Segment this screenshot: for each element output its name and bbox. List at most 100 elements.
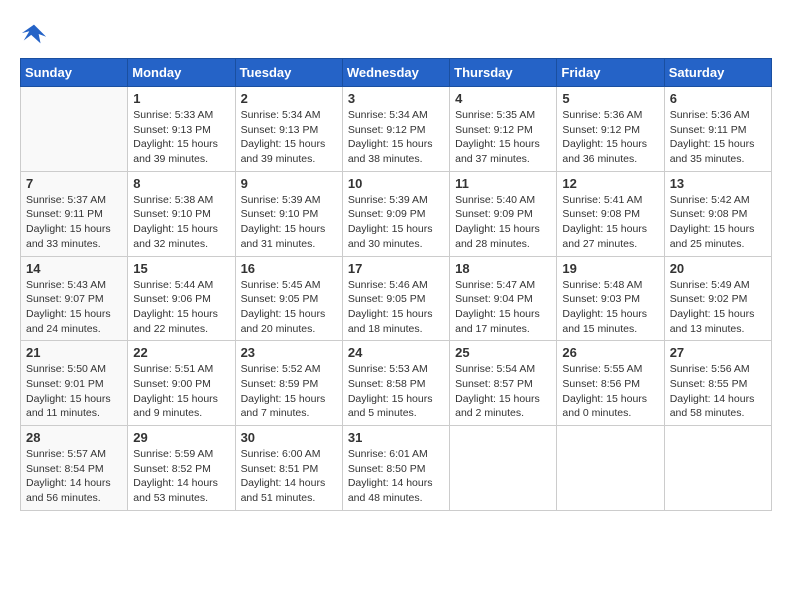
day-number: 19 [562,261,658,276]
day-info: Sunrise: 5:46 AMSunset: 9:05 PMDaylight:… [348,278,444,337]
calendar-cell: 21Sunrise: 5:50 AMSunset: 9:01 PMDayligh… [21,341,128,426]
calendar-cell [21,87,128,172]
day-info: Sunrise: 5:50 AMSunset: 9:01 PMDaylight:… [26,362,122,421]
col-header-thursday: Thursday [450,59,557,87]
day-number: 10 [348,176,444,191]
calendar-cell: 6Sunrise: 5:36 AMSunset: 9:11 PMDaylight… [664,87,771,172]
day-info: Sunrise: 5:36 AMSunset: 9:11 PMDaylight:… [670,108,766,167]
week-row-2: 7Sunrise: 5:37 AMSunset: 9:11 PMDaylight… [21,171,772,256]
day-info: Sunrise: 5:53 AMSunset: 8:58 PMDaylight:… [348,362,444,421]
calendar-cell: 25 Sunrise: 5:54 AMSunset: 8:57 PMDayligh… [450,341,557,426]
calendar-cell: 18Sunrise: 5:47 AMSunset: 9:04 PMDayligh… [450,256,557,341]
calendar-cell: 10 Sunrise: 5:39 AMSunset: 9:09 PMDayligh… [342,171,449,256]
col-header-saturday: Saturday [664,59,771,87]
week-row-1: 1 Sunrise: 5:33 AMSunset: 9:13 PMDaylight… [21,87,772,172]
day-info: Sunrise: 5:42 AMSunset: 9:08 PMDaylight:… [670,193,766,252]
day-number: 26 [562,345,658,360]
day-number: 22 [133,345,229,360]
day-number: 23 [241,345,337,360]
day-info: Sunrise: 5:39 AMSunset: 9:09 PMDaylight:… [348,193,444,252]
day-number: 29 [133,430,229,445]
day-number: 17 [348,261,444,276]
calendar-cell: 13 Sunrise: 5:42 AMSunset: 9:08 PMDayligh… [664,171,771,256]
day-info: Sunrise: 5:35 AMSunset: 9:12 PMDaylight:… [455,108,551,167]
day-info: Sunrise: 5:41 AMSunset: 9:08 PMDaylight:… [562,193,658,252]
day-info: Sunrise: 5:48 AMSunset: 9:03 PMDaylight:… [562,278,658,337]
header-row: SundayMondayTuesdayWednesdayThursdayFrid… [21,59,772,87]
calendar-cell: 27 Sunrise: 5:56 AMSunset: 8:55 PMDayligh… [664,341,771,426]
day-info: Sunrise: 5:52 AMSunset: 8:59 PMDaylight:… [241,362,337,421]
page-header [20,20,772,48]
day-number: 27 [670,345,766,360]
day-number: 24 [348,345,444,360]
week-row-5: 28 Sunrise: 5:57 AMSunset: 8:54 PMDayligh… [21,426,772,511]
calendar-cell: 31Sunrise: 6:01 AMSunset: 8:50 PMDayligh… [342,426,449,511]
day-number: 4 [455,91,551,106]
day-info: Sunrise: 5:49 AMSunset: 9:02 PMDaylight:… [670,278,766,337]
col-header-wednesday: Wednesday [342,59,449,87]
calendar-cell: 30 Sunrise: 6:00 AMSunset: 8:51 PMDayligh… [235,426,342,511]
week-row-3: 14 Sunrise: 5:43 AMSunset: 9:07 PMDayligh… [21,256,772,341]
calendar-cell: 8Sunrise: 5:38 AMSunset: 9:10 PMDaylight… [128,171,235,256]
calendar-cell: 12 Sunrise: 5:41 AMSunset: 9:08 PMDayligh… [557,171,664,256]
calendar-cell: 4 Sunrise: 5:35 AMSunset: 9:12 PMDaylight… [450,87,557,172]
calendar-cell: 24 Sunrise: 5:53 AMSunset: 8:58 PMDayligh… [342,341,449,426]
day-info: Sunrise: 5:57 AMSunset: 8:54 PMDaylight:… [26,447,122,506]
calendar-cell: 17 Sunrise: 5:46 AMSunset: 9:05 PMDayligh… [342,256,449,341]
calendar-cell: 22 Sunrise: 5:51 AMSunset: 9:00 PMDayligh… [128,341,235,426]
day-info: Sunrise: 5:54 AMSunset: 8:57 PMDaylight:… [455,362,551,421]
week-row-4: 21Sunrise: 5:50 AMSunset: 9:01 PMDayligh… [21,341,772,426]
calendar-cell: 3 Sunrise: 5:34 AMSunset: 9:12 PMDaylight… [342,87,449,172]
col-header-friday: Friday [557,59,664,87]
day-number: 18 [455,261,551,276]
calendar-cell: 1 Sunrise: 5:33 AMSunset: 9:13 PMDaylight… [128,87,235,172]
day-number: 16 [241,261,337,276]
col-header-sunday: Sunday [21,59,128,87]
day-info: Sunrise: 6:00 AMSunset: 8:51 PMDaylight:… [241,447,337,506]
calendar-cell: 23 Sunrise: 5:52 AMSunset: 8:59 PMDayligh… [235,341,342,426]
col-header-tuesday: Tuesday [235,59,342,87]
calendar-cell [664,426,771,511]
day-info: Sunrise: 5:39 AMSunset: 9:10 PMDaylight:… [241,193,337,252]
day-info: Sunrise: 5:43 AMSunset: 9:07 PMDaylight:… [26,278,122,337]
day-number: 5 [562,91,658,106]
calendar-cell: 2Sunrise: 5:34 AMSunset: 9:13 PMDaylight… [235,87,342,172]
calendar-cell: 29 Sunrise: 5:59 AMSunset: 8:52 PMDayligh… [128,426,235,511]
calendar-cell: 7Sunrise: 5:37 AMSunset: 9:11 PMDaylight… [21,171,128,256]
day-info: Sunrise: 5:59 AMSunset: 8:52 PMDaylight:… [133,447,229,506]
day-number: 20 [670,261,766,276]
day-number: 3 [348,91,444,106]
day-info: Sunrise: 6:01 AMSunset: 8:50 PMDaylight:… [348,447,444,506]
calendar-cell: 9 Sunrise: 5:39 AMSunset: 9:10 PMDaylight… [235,171,342,256]
calendar-cell [557,426,664,511]
day-number: 25 [455,345,551,360]
day-info: Sunrise: 5:44 AMSunset: 9:06 PMDaylight:… [133,278,229,337]
logo-icon [20,20,48,48]
day-number: 14 [26,261,122,276]
day-number: 13 [670,176,766,191]
day-info: Sunrise: 5:55 AMSunset: 8:56 PMDaylight:… [562,362,658,421]
day-info: Sunrise: 5:33 AMSunset: 9:13 PMDaylight:… [133,108,229,167]
calendar-cell [450,426,557,511]
day-number: 30 [241,430,337,445]
logo [20,20,52,48]
calendar-cell: 28 Sunrise: 5:57 AMSunset: 8:54 PMDayligh… [21,426,128,511]
col-header-monday: Monday [128,59,235,87]
day-info: Sunrise: 5:56 AMSunset: 8:55 PMDaylight:… [670,362,766,421]
day-info: Sunrise: 5:38 AMSunset: 9:10 PMDaylight:… [133,193,229,252]
day-info: Sunrise: 5:51 AMSunset: 9:00 PMDaylight:… [133,362,229,421]
day-info: Sunrise: 5:45 AMSunset: 9:05 PMDaylight:… [241,278,337,337]
calendar-cell: 14 Sunrise: 5:43 AMSunset: 9:07 PMDayligh… [21,256,128,341]
calendar-cell: 20 Sunrise: 5:49 AMSunset: 9:02 PMDayligh… [664,256,771,341]
day-info: Sunrise: 5:34 AMSunset: 9:12 PMDaylight:… [348,108,444,167]
calendar-cell: 26 Sunrise: 5:55 AMSunset: 8:56 PMDayligh… [557,341,664,426]
day-number: 11 [455,176,551,191]
day-number: 12 [562,176,658,191]
day-info: Sunrise: 5:37 AMSunset: 9:11 PMDaylight:… [26,193,122,252]
calendar-cell: 5Sunrise: 5:36 AMSunset: 9:12 PMDaylight… [557,87,664,172]
day-number: 9 [241,176,337,191]
day-number: 1 [133,91,229,106]
calendar-table: SundayMondayTuesdayWednesdayThursdayFrid… [20,58,772,511]
day-number: 28 [26,430,122,445]
calendar-cell: 19 Sunrise: 5:48 AMSunset: 9:03 PMDayligh… [557,256,664,341]
